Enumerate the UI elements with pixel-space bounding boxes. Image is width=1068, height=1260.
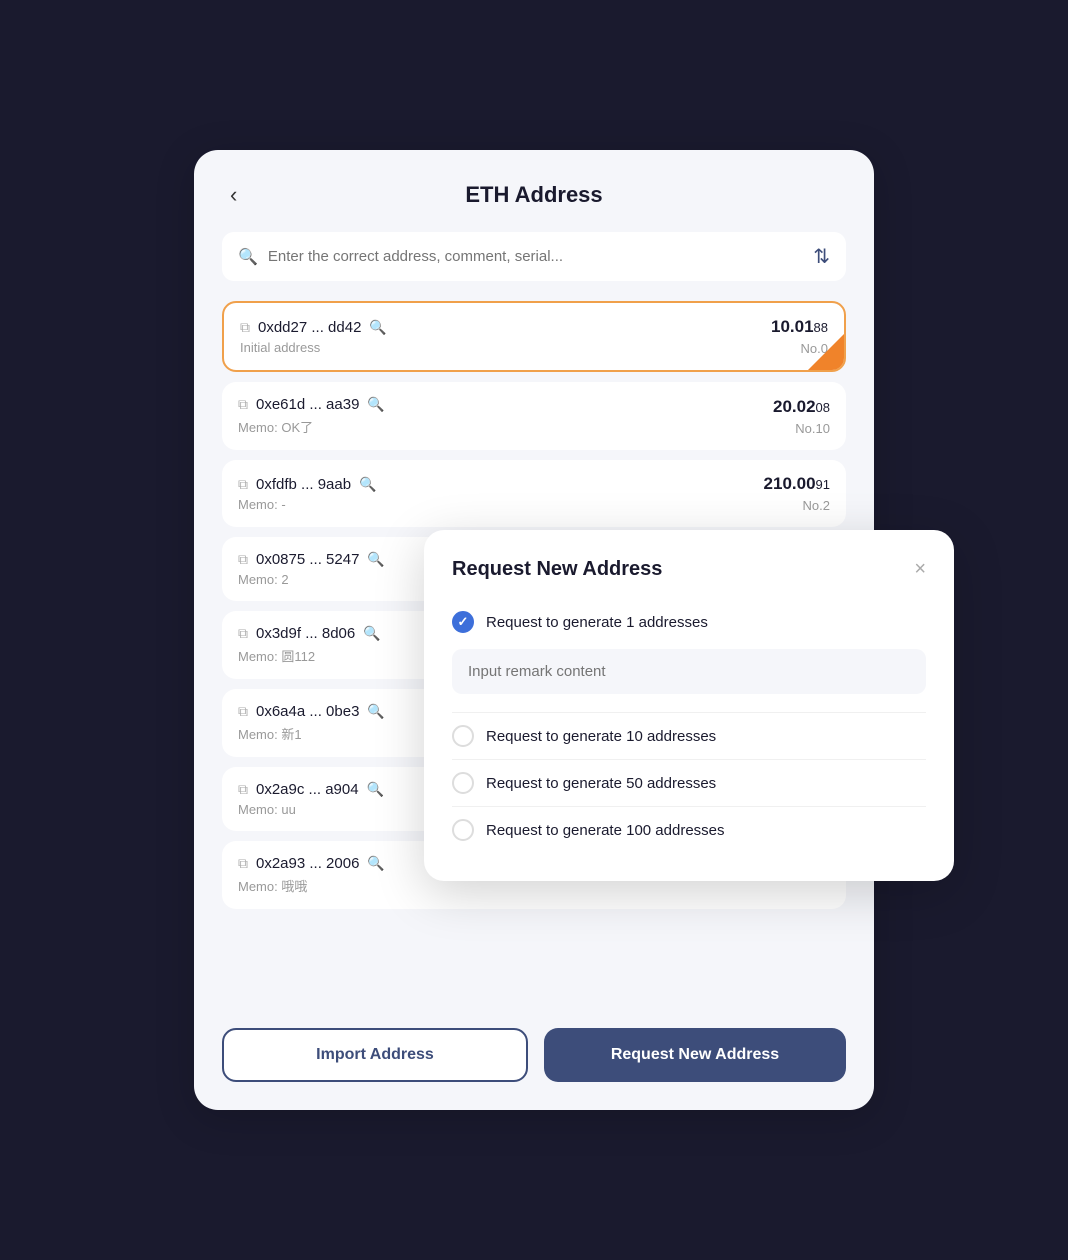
address-text: 0xdd27 ... dd42 — [258, 319, 361, 336]
address-row: ⧉ 0x3d9f ... 8d06 🔍 — [238, 625, 381, 642]
header: ‹ ETH Address — [222, 182, 846, 208]
item-right: 210.0091 No.2 — [764, 474, 830, 513]
address-memo: Memo: - — [238, 497, 377, 512]
search-input[interactable] — [268, 248, 803, 265]
address-row: ⧉ 0x2a93 ... 2006 🔍 — [238, 855, 385, 872]
radio-label-4: Request to generate 100 addresses — [486, 822, 725, 839]
item-right: 20.0208 No.10 — [773, 397, 830, 436]
copy-icon[interactable]: ⧉ — [238, 396, 248, 413]
address-row: ⧉ 0xdd27 ... dd42 🔍 — [240, 319, 387, 336]
address-memo: Memo: 新1 — [238, 724, 385, 743]
address-text: 0x0875 ... 5247 — [256, 551, 359, 568]
radio-circle-2 — [452, 725, 474, 747]
address-memo: Initial address — [240, 340, 387, 355]
app-container: ‹ ETH Address 🔍 ⇅ ⧉ 0xdd27 ... dd42 🔍 In… — [194, 150, 874, 1110]
page-title: ETH Address — [465, 182, 602, 208]
search-address-icon[interactable]: 🔍 — [359, 476, 376, 493]
radio-label-1: Request to generate 1 addresses — [486, 614, 708, 631]
address-text: 0xfdfb ... 9aab — [256, 476, 351, 493]
radio-option-3[interactable]: Request to generate 50 addresses — [452, 764, 926, 802]
item-right: 10.0188 No.0 — [771, 317, 828, 356]
item-left: ⧉ 0xdd27 ... dd42 🔍 Initial address — [240, 319, 387, 355]
address-amount: 10.0188 — [771, 317, 828, 337]
item-left: ⧉ 0x2a9c ... a904 🔍 Memo: uu — [238, 781, 384, 817]
radio-option-4[interactable]: Request to generate 100 addresses — [452, 811, 926, 849]
address-amount: 20.0208 — [773, 397, 830, 417]
bottom-actions: Import Address Request New Address — [222, 1028, 846, 1082]
address-memo: Memo: OK了 — [238, 417, 385, 436]
item-left: ⧉ 0x3d9f ... 8d06 🔍 Memo: 圆112 — [238, 625, 381, 665]
modal-close-button[interactable]: × — [914, 558, 926, 581]
search-address-icon[interactable]: 🔍 — [367, 855, 384, 872]
copy-icon[interactable]: ⧉ — [240, 319, 250, 336]
address-text: 0xe61d ... aa39 — [256, 396, 359, 413]
address-text: 0x2a9c ... a904 — [256, 781, 359, 798]
search-address-icon[interactable]: 🔍 — [369, 319, 386, 336]
request-new-address-button[interactable]: Request New Address — [544, 1028, 846, 1082]
radio-option-2[interactable]: Request to generate 10 addresses — [452, 717, 926, 755]
divider — [452, 712, 926, 713]
divider — [452, 759, 926, 760]
address-no: No.10 — [773, 421, 830, 436]
back-button[interactable]: ‹ — [222, 178, 245, 212]
modal-overlay: Request New Address × Request to generat… — [424, 530, 954, 881]
copy-icon[interactable]: ⧉ — [238, 855, 248, 872]
item-left: ⧉ 0xe61d ... aa39 🔍 Memo: OK了 — [238, 396, 385, 436]
copy-icon[interactable]: ⧉ — [238, 625, 248, 642]
search-icon: 🔍 — [238, 247, 258, 267]
address-row: ⧉ 0xe61d ... aa39 🔍 — [238, 396, 385, 413]
copy-icon[interactable]: ⧉ — [238, 703, 248, 720]
address-memo: Memo: 哦哦 — [238, 876, 385, 895]
search-address-icon[interactable]: 🔍 — [367, 396, 384, 413]
search-address-icon[interactable]: 🔍 — [367, 781, 384, 798]
modal-header: Request New Address × — [452, 558, 926, 581]
search-address-icon[interactable]: 🔍 — [367, 703, 384, 720]
address-item[interactable]: ⧉ 0xfdfb ... 9aab 🔍 Memo: - 210.0091 No.… — [222, 460, 846, 527]
address-text: 0x6a4a ... 0be3 — [256, 703, 359, 720]
address-amount: 210.0091 — [764, 474, 830, 494]
address-memo: Memo: 圆112 — [238, 646, 381, 665]
address-no: No.2 — [764, 498, 830, 513]
radio-circle-4 — [452, 819, 474, 841]
address-row: ⧉ 0xfdfb ... 9aab 🔍 — [238, 476, 377, 493]
remark-input[interactable] — [452, 649, 926, 694]
copy-icon[interactable]: ⧉ — [238, 781, 248, 798]
address-item[interactable]: ⧉ 0xdd27 ... dd42 🔍 Initial address 10.0… — [222, 301, 846, 372]
radio-option-1[interactable]: Request to generate 1 addresses — [452, 603, 926, 641]
address-row: ⧉ 0x6a4a ... 0be3 🔍 — [238, 703, 385, 720]
import-address-button[interactable]: Import Address — [222, 1028, 528, 1082]
address-memo: Memo: uu — [238, 802, 384, 817]
radio-label-3: Request to generate 50 addresses — [486, 775, 716, 792]
modal-title: Request New Address — [452, 558, 662, 581]
copy-icon[interactable]: ⧉ — [238, 476, 248, 493]
divider — [452, 806, 926, 807]
address-memo: Memo: 2 — [238, 572, 385, 587]
address-text: 0x2a93 ... 2006 — [256, 855, 359, 872]
address-row: ⧉ 0x2a9c ... a904 🔍 — [238, 781, 384, 798]
search-bar: 🔍 ⇅ — [222, 232, 846, 281]
filter-icon[interactable]: ⇅ — [813, 244, 830, 269]
request-new-address-modal: Request New Address × Request to generat… — [424, 530, 954, 881]
item-left: ⧉ 0x6a4a ... 0be3 🔍 Memo: 新1 — [238, 703, 385, 743]
main-card: ‹ ETH Address 🔍 ⇅ ⧉ 0xdd27 ... dd42 🔍 In… — [194, 150, 874, 1110]
item-left: ⧉ 0x0875 ... 5247 🔍 Memo: 2 — [238, 551, 385, 587]
radio-circle-3 — [452, 772, 474, 794]
address-row: ⧉ 0x0875 ... 5247 🔍 — [238, 551, 385, 568]
address-no: No.0 — [771, 341, 828, 356]
address-text: 0x3d9f ... 8d06 — [256, 625, 355, 642]
address-item[interactable]: ⧉ 0xe61d ... aa39 🔍 Memo: OK了 20.0208 No… — [222, 382, 846, 450]
radio-circle-1 — [452, 611, 474, 633]
radio-label-2: Request to generate 10 addresses — [486, 728, 716, 745]
copy-icon[interactable]: ⧉ — [238, 551, 248, 568]
item-left: ⧉ 0xfdfb ... 9aab 🔍 Memo: - — [238, 476, 377, 512]
search-address-icon[interactable]: 🔍 — [363, 625, 380, 642]
search-address-icon[interactable]: 🔍 — [367, 551, 384, 568]
item-left: ⧉ 0x2a93 ... 2006 🔍 Memo: 哦哦 — [238, 855, 385, 895]
